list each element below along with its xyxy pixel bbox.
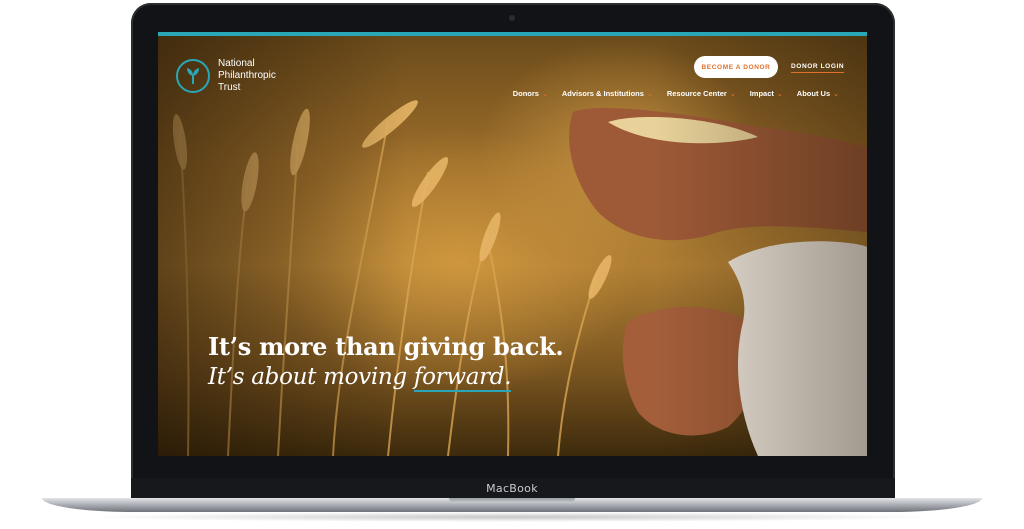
main-nav: Donors ⌄ Advisors & Institutions ⌄ Resou… (513, 89, 839, 98)
browser-viewport: National Philanthropic Trust BECOME A DO… (158, 32, 867, 456)
hero-line-2-emphasis: forward. (413, 364, 512, 392)
hero-line-1: It’s more than giving back. (208, 332, 564, 361)
chevron-down-icon: ⌄ (776, 90, 783, 98)
nav-item-label: Donors (512, 89, 539, 98)
chevron-down-icon: ⌄ (541, 90, 548, 98)
chevron-down-icon: ⌄ (729, 90, 736, 98)
logo-wordmark: National Philanthropic Trust (218, 58, 308, 94)
hero-headline: It’s more than giving back. It’s about m… (208, 332, 564, 392)
donor-login-link[interactable]: DONOR LOGIN (791, 63, 845, 73)
site-logo[interactable]: National Philanthropic Trust (176, 58, 308, 94)
nav-item-donors[interactable]: Donors ⌄ (513, 89, 548, 98)
logo-line: Philanthropic (218, 70, 276, 81)
chevron-down-icon: ⌄ (646, 90, 653, 98)
nav-item-label: Advisors & Institutions (561, 89, 644, 98)
nav-item-impact[interactable]: Impact ⌄ (750, 89, 783, 98)
nav-item-about-us[interactable]: About Us ⌄ (797, 89, 839, 98)
become-a-donor-button[interactable]: BECOME A DONOR (694, 56, 778, 78)
chevron-down-icon: ⌄ (833, 90, 839, 98)
sprout-icon (176, 59, 210, 93)
nav-item-label: About Us (796, 89, 831, 98)
laptop-notch (449, 498, 575, 503)
device-brand-label: MacBook (486, 482, 538, 495)
nav-item-label: Resource Center (666, 89, 727, 98)
camera-icon (509, 15, 515, 21)
nav-item-label: Impact (749, 89, 774, 98)
nav-item-resource-center[interactable]: Resource Center ⌄ (667, 89, 736, 98)
top-accent-bar (158, 32, 867, 36)
nav-item-advisors-institutions[interactable]: Advisors & Institutions ⌄ (562, 89, 653, 98)
logo-line: National (218, 58, 255, 69)
logo-line: Trust (218, 82, 241, 93)
hero-line-2-prefix: It’s about moving (208, 364, 414, 390)
hero-line-2: It’s about moving forward. (208, 362, 563, 392)
laptop-shadow (80, 512, 944, 522)
